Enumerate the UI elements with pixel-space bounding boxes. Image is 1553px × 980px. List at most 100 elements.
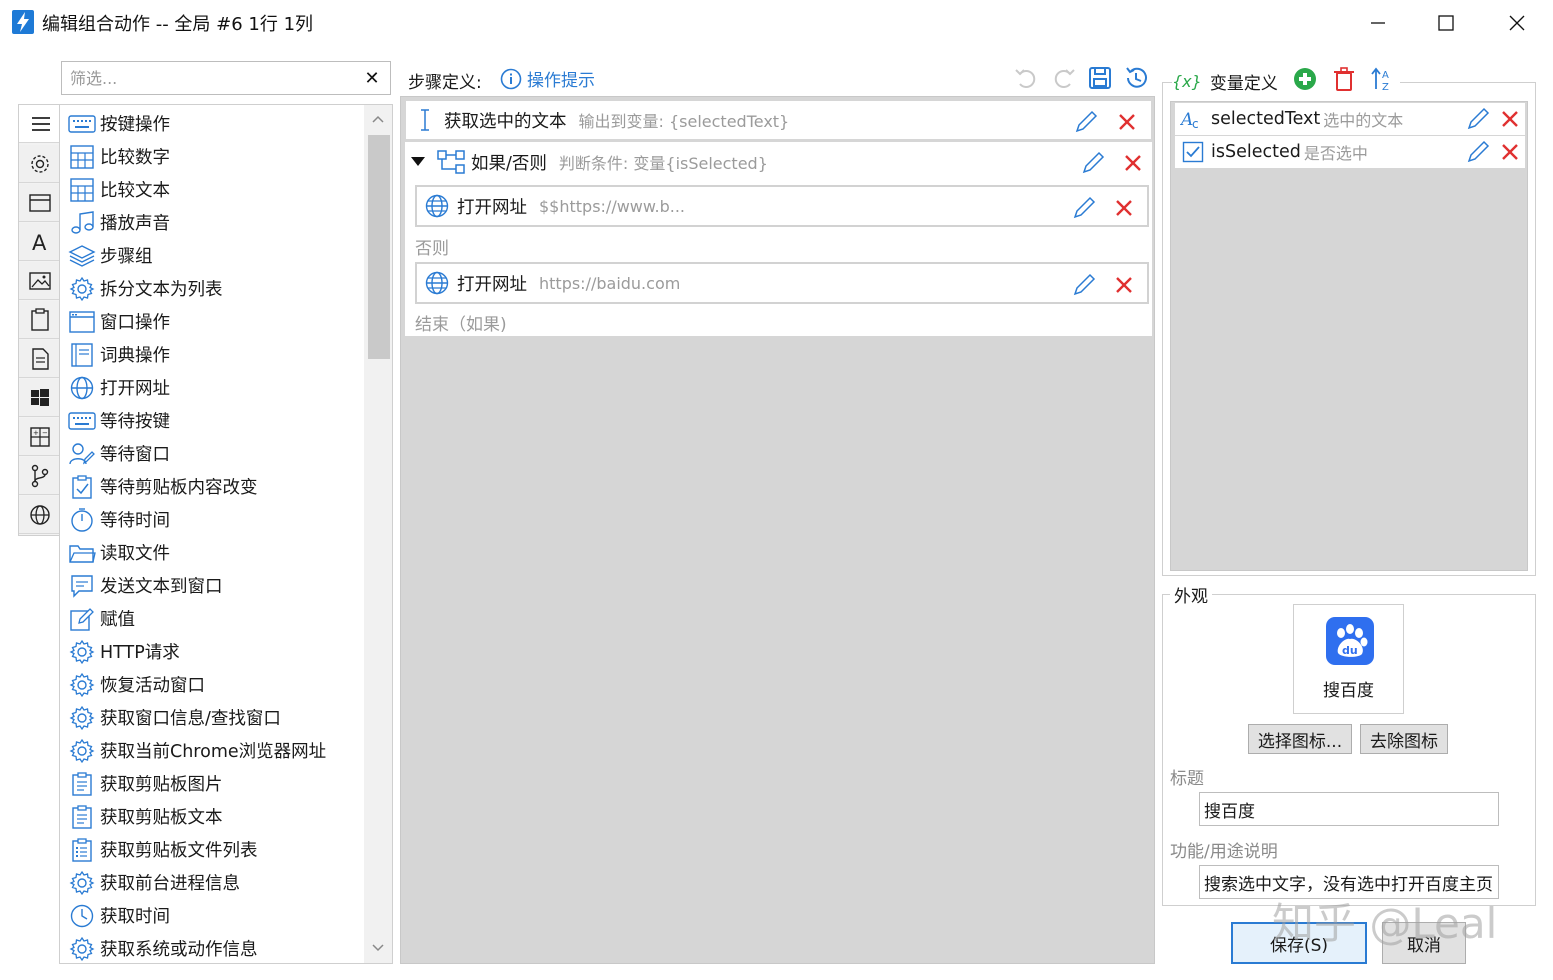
maximize-button[interactable] — [1416, 8, 1476, 38]
lightning-icon — [12, 10, 34, 34]
action-list-item[interactable]: 等待窗口 — [68, 437, 170, 470]
action-list-item[interactable]: 等待时间 — [68, 503, 170, 536]
choose-icon-button[interactable]: 选择图标... — [1248, 724, 1352, 754]
redo-button[interactable] — [1050, 64, 1078, 92]
action-list-item[interactable]: 获取系统或动作信息 — [68, 932, 258, 963]
clipboard-list-icon — [68, 836, 96, 864]
pencil-icon[interactable] — [1465, 139, 1491, 170]
delete-x-icon[interactable] — [1111, 195, 1137, 221]
action-list-item[interactable]: 获取剪贴板文件列表 — [68, 833, 258, 866]
variable-row[interactable]: Ac selectedText 选中的文本 — [1175, 103, 1525, 135]
menu-icon — [30, 114, 52, 134]
watermark: 知乎 @Leal — [1272, 899, 1498, 948]
action-list-scrollbar[interactable] — [364, 105, 392, 963]
pencil-icon[interactable] — [1071, 272, 1097, 298]
action-list-item[interactable]: 步骤组 — [68, 239, 153, 272]
action-list-item[interactable]: 按键操作 — [68, 107, 170, 140]
action-list-item[interactable]: 等待按键 — [68, 404, 170, 437]
clear-filter-button[interactable]: ✕ — [360, 66, 384, 90]
action-list-item[interactable]: 词典操作 — [68, 338, 170, 371]
action-list-item[interactable]: 读取文件 — [68, 536, 170, 569]
history-button[interactable] — [1122, 64, 1150, 92]
filter-box: ✕ — [61, 61, 391, 95]
pencil-icon[interactable] — [1465, 106, 1491, 137]
category-tab-document[interactable] — [19, 340, 60, 378]
variable-row[interactable]: isSelected 是否选中 — [1175, 136, 1525, 168]
step-detail: $$https://www.b... — [539, 196, 685, 216]
action-label: 获取系统或动作信息 — [100, 940, 258, 960]
action-list-item[interactable]: 获取窗口信息/查找窗口 — [68, 701, 281, 734]
action-list-item[interactable]: HTTP请求 — [68, 635, 180, 668]
flow-branch-icon — [431, 149, 471, 175]
category-tab-windows-logo[interactable] — [19, 379, 60, 417]
add-variable-button[interactable] — [1292, 66, 1318, 97]
user-edit-icon — [68, 440, 96, 468]
action-label: 获取剪贴板图片 — [100, 775, 223, 795]
action-list-item[interactable]: 获取剪贴板图片 — [68, 767, 223, 800]
operation-hint-link[interactable]: 操作提示 — [500, 66, 595, 91]
action-list: 按键操作 比较数字 比较文本 播放声音 步骤组 拆分文本为列表 窗口操作 词典操作 打开网址 等待… — [59, 104, 393, 964]
action-list-item[interactable]: 获取剪贴板文本 — [68, 800, 223, 833]
category-tab-calculator[interactable]: + − — [19, 418, 60, 456]
category-tab-menu[interactable] — [19, 105, 62, 143]
action-list-item[interactable]: 赋值 — [68, 602, 135, 635]
delete-x-icon[interactable] — [1497, 106, 1523, 137]
clock-icon — [68, 902, 96, 930]
title-input[interactable]: 搜百度 — [1199, 792, 1499, 826]
appearance-legend: 外观 — [1170, 582, 1212, 607]
action-list-item[interactable]: 比较文本 — [68, 173, 170, 206]
category-tab-image[interactable] — [19, 262, 60, 300]
action-list-item[interactable]: 播放声音 — [68, 206, 170, 239]
history-icon — [1122, 67, 1150, 97]
pencil-icon[interactable] — [1073, 109, 1099, 135]
image-icon — [28, 271, 51, 291]
svg-text:−: − — [42, 429, 48, 437]
category-tab-globe[interactable] — [19, 496, 60, 534]
info-icon — [500, 68, 522, 90]
globe-icon — [417, 193, 457, 219]
action-list-item[interactable]: 打开网址 — [68, 371, 170, 404]
pencil-icon[interactable] — [1080, 150, 1106, 176]
action-list-item[interactable]: 获取前台进程信息 — [68, 866, 240, 899]
delete-x-icon[interactable] — [1114, 109, 1140, 135]
minimize-button[interactable] — [1348, 8, 1408, 38]
pencil-icon[interactable] — [1071, 195, 1097, 221]
step-open-url-1[interactable]: 打开网址 $$https://www.b... — [415, 185, 1149, 227]
svg-text:Z: Z — [1382, 82, 1389, 92]
collapse-triangle-icon[interactable] — [405, 157, 431, 167]
steps-label: 步骤定义: — [408, 73, 482, 93]
action-list-item[interactable]: 恢复活动窗口 — [68, 668, 205, 701]
step-open-url-2[interactable]: 打开网址 https://baidu.com — [415, 262, 1149, 304]
category-tab-font[interactable]: A — [19, 223, 60, 261]
action-list-item[interactable]: 获取时间 — [68, 899, 170, 932]
filter-input[interactable] — [70, 67, 350, 89]
category-tab-branch[interactable] — [19, 457, 60, 495]
step-get-selected-text[interactable]: 获取选中的文本 输出到变量: {selectedText} — [405, 100, 1152, 140]
step-if-else[interactable]: 如果/否则 判断条件: 变量{isSelected} — [405, 142, 1152, 182]
action-list-item[interactable]: 发送文本到窗口 — [68, 569, 223, 602]
delete-x-icon[interactable] — [1120, 150, 1146, 176]
window-title: 编辑组合动作 -- 全局 #6 1行 1列 — [42, 14, 314, 35]
save-steps-button[interactable] — [1086, 64, 1114, 92]
category-tab-window[interactable] — [19, 184, 60, 222]
category-tab-clipboard[interactable] — [19, 301, 60, 339]
action-list-item[interactable]: 窗口操作 — [68, 305, 170, 338]
text-variable-icon: Ac — [1175, 107, 1211, 131]
delete-x-icon[interactable] — [1111, 272, 1137, 298]
action-list-item[interactable]: 等待剪贴板内容改变 — [68, 470, 258, 503]
action-label: 获取剪贴板文件列表 — [100, 841, 258, 861]
delete-variable-button[interactable] — [1332, 66, 1356, 97]
remove-icon-button[interactable]: 去除图标 — [1360, 724, 1448, 754]
close-button[interactable] — [1487, 8, 1547, 38]
undo-button[interactable] — [1012, 64, 1040, 92]
delete-x-icon[interactable] — [1497, 139, 1523, 170]
action-list-item[interactable]: 比较数字 — [68, 140, 170, 173]
close-icon: ✕ — [364, 67, 380, 89]
category-tab-gear[interactable] — [19, 145, 60, 183]
action-list-item[interactable]: 获取当前Chrome浏览器网址 — [68, 734, 326, 767]
sort-variables-button[interactable]: AZ — [1370, 66, 1394, 97]
action-list-item[interactable]: 拆分文本为列表 — [68, 272, 223, 305]
action-label: 获取剪贴板文本 — [100, 808, 223, 828]
variable-desc: 选中的文本 — [1323, 111, 1404, 130]
scrollbar-thumb[interactable] — [368, 135, 390, 359]
